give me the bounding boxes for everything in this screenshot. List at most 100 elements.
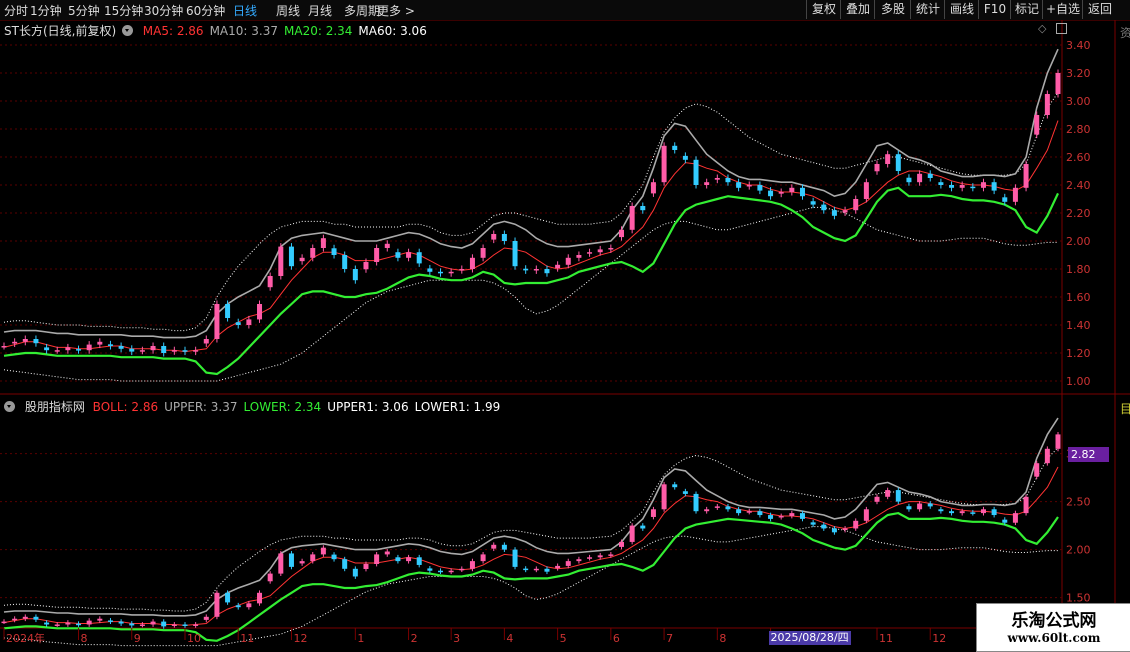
candle-body [949, 185, 955, 188]
candle-body [193, 350, 199, 352]
candle-body [406, 252, 412, 258]
candle-body [597, 249, 603, 253]
candle-body [118, 346, 124, 349]
candle-body [544, 568, 550, 572]
main-chart-title: ST长方(日线,前复权) [4, 24, 117, 38]
legend-item-ma60: MA60: 3.06 [358, 24, 427, 38]
candle-body [640, 525, 646, 529]
candle-body [778, 516, 784, 518]
candle-body [203, 616, 209, 620]
candle-body [395, 557, 401, 562]
candle-body [618, 229, 624, 238]
candle-body [1023, 164, 1029, 188]
candle-body [789, 513, 795, 516]
candle-body [917, 503, 923, 510]
candle-body [139, 624, 145, 626]
candle-body [33, 339, 39, 344]
diamond-icon[interactable]: ◇ [1038, 22, 1046, 35]
y-tick-label: 1.20 [1066, 347, 1091, 360]
x-tick-label: 11 [240, 632, 254, 645]
candle-body [885, 490, 891, 497]
candle-body [33, 616, 39, 620]
candle-body [214, 304, 220, 339]
legend-item-lower1: LOWER1: 1.99 [414, 400, 501, 414]
x-tick-label: 11 [879, 632, 893, 645]
candle-body [44, 622, 50, 625]
candle-body [821, 204, 827, 211]
candle-body [863, 509, 869, 521]
candle-body [278, 553, 284, 574]
candle-body [768, 515, 774, 519]
candle-body [853, 199, 859, 211]
y-tick-label: 2.50 [1066, 496, 1091, 509]
candle-body [22, 616, 28, 619]
candle-body [416, 557, 422, 565]
candle-body [853, 520, 859, 529]
candle-body [831, 528, 837, 533]
side-panel-text-top: 资 [1120, 26, 1130, 40]
candle-body [736, 509, 742, 514]
candle-body [384, 243, 390, 248]
candle-body [363, 564, 369, 569]
x-tick-label: 6 [613, 632, 620, 645]
candle-body [352, 568, 358, 577]
candle-body [991, 182, 997, 191]
candle-body [682, 155, 688, 160]
candle-body [970, 512, 976, 514]
window-toggle-icon[interactable] [1056, 23, 1067, 34]
candle-body [906, 177, 912, 183]
dropdown-circle-icon[interactable] [4, 401, 15, 412]
y-tick-label: 2.00 [1066, 544, 1091, 557]
x-tick-label: 9 [134, 632, 141, 645]
candle-body [288, 246, 294, 267]
x-tick-label: 12 [932, 632, 946, 645]
candle-body [810, 201, 816, 205]
candle-body [86, 344, 92, 351]
y-tick-label: 1.00 [1066, 375, 1091, 388]
candle-body [427, 568, 433, 571]
candle-body [523, 568, 529, 571]
candle-body [682, 491, 688, 494]
candle-body [704, 509, 710, 512]
candle-body [469, 257, 475, 269]
candle-body [544, 269, 550, 274]
candle-body [214, 592, 220, 617]
candle-body [778, 192, 784, 194]
side-panel-text-bottom: 目 [1120, 402, 1130, 416]
candle-body [757, 511, 763, 516]
candle-body [438, 271, 444, 274]
upper1-line [3, 447, 1059, 612]
candle-body [1034, 463, 1040, 477]
watermark-url: www.60lt.com [1007, 631, 1101, 645]
y-tick-label: 2.60 [1066, 151, 1091, 164]
candle-body [1044, 448, 1050, 464]
candle-body [491, 234, 497, 240]
candle-body [629, 206, 635, 230]
candle-body [320, 238, 326, 248]
candle-body [97, 618, 103, 621]
candle-body [533, 568, 539, 571]
candle-body [555, 565, 561, 569]
candle-body [161, 621, 167, 627]
candle-body [650, 182, 656, 194]
candle-body [203, 339, 209, 344]
candle-body [448, 570, 454, 573]
y-tick-label: 2.00 [1066, 235, 1091, 248]
candle-body [810, 522, 816, 525]
candle-body [757, 185, 763, 191]
candle-body [469, 561, 475, 569]
candle-body [342, 559, 348, 569]
candle-body [54, 350, 60, 352]
candle-body [459, 568, 465, 571]
candle-body [565, 257, 571, 265]
candle-body [661, 484, 667, 510]
candle-body [725, 178, 731, 183]
dropdown-circle-icon[interactable] [121, 25, 133, 36]
candle-body [225, 592, 231, 603]
y-tick-label: 3.20 [1066, 67, 1091, 80]
x-tick-label: 3 [453, 632, 460, 645]
candle-body [927, 173, 933, 178]
candle-body [618, 541, 624, 547]
candle-body [587, 252, 593, 254]
candle-body [65, 347, 71, 351]
